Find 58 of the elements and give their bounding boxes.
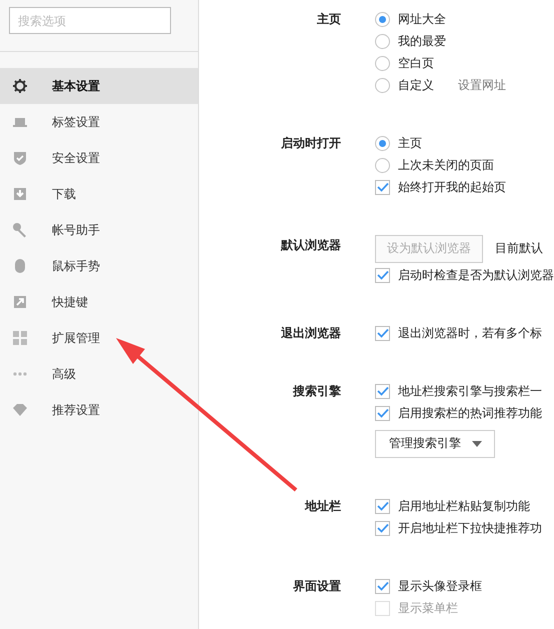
option-label: 我的最爱 — [398, 32, 446, 50]
radio-button[interactable] — [375, 34, 390, 48]
key-icon — [12, 222, 28, 238]
option-label: 空白页 — [398, 54, 434, 72]
search-field[interactable]: 搜索选项 — [9, 7, 171, 34]
checkbox[interactable] — [375, 498, 390, 514]
option-label: 上次未关闭的页面 — [398, 156, 494, 174]
caret-icon — [472, 440, 482, 446]
section-label: 默认浏览器 — [281, 237, 341, 254]
sidebar-item[interactable]: 标签设置 — [0, 104, 198, 140]
section-label: 界面设置 — [293, 578, 341, 595]
sidebar-item[interactable]: 下载 — [0, 176, 198, 212]
section-label: 启动时打开 — [281, 135, 341, 152]
option-label: 开启地址栏下拉快捷推荐功 — [398, 520, 542, 536]
option-label: 网址大全 — [398, 10, 446, 28]
shield-icon — [12, 150, 28, 166]
checkbox[interactable] — [375, 520, 390, 536]
sidebar-item[interactable]: 鼠标手势 — [0, 248, 198, 284]
sidebar-item[interactable]: 安全设置 — [0, 140, 198, 176]
sidebar-item[interactable]: 帐号助手 — [0, 212, 198, 248]
option-label: 自定义 — [398, 76, 434, 94]
option-label: 启用地址栏粘贴复制功能 — [398, 498, 530, 514]
download-icon — [12, 186, 28, 202]
section-label: 搜索引擎 — [293, 383, 341, 400]
grid-icon — [12, 330, 28, 346]
checkbox[interactable] — [375, 268, 390, 282]
checkbox[interactable] — [375, 406, 390, 420]
option-label: 主页 — [398, 134, 422, 152]
sidebar-item[interactable]: 快捷键 — [0, 284, 198, 320]
section-label: 地址栏 — [305, 498, 341, 515]
radio-button[interactable] — [375, 136, 390, 150]
radio-button[interactable] — [375, 158, 390, 172]
shortcut-icon — [12, 294, 28, 310]
set-url-link[interactable]: 设置网址 — [458, 76, 506, 94]
search-engine-dropdown[interactable]: 管理搜索引擎 — [375, 430, 495, 458]
checkbox[interactable] — [375, 384, 390, 398]
radio-button[interactable] — [375, 12, 390, 26]
radio-button[interactable] — [375, 56, 390, 70]
section-label: 主页 — [317, 11, 341, 28]
option-label: 始终打开我的起始页 — [398, 178, 506, 196]
section-label: 退出浏览器 — [281, 325, 341, 342]
checkbox[interactable] — [375, 180, 390, 194]
checkbox[interactable] — [375, 326, 390, 340]
mouse-icon — [12, 258, 28, 274]
option-label: 启用搜索栏的热词推荐功能 — [398, 404, 542, 422]
option-label: 启动时检查是否为默认浏览器 — [398, 266, 554, 284]
radio-button[interactable] — [375, 78, 390, 92]
sidebar-item[interactable]: 扩展管理 — [0, 320, 198, 356]
option-label: 显示头像登录框 — [398, 578, 482, 594]
sidebar-item[interactable]: 高级 — [0, 356, 198, 392]
sidebar-item[interactable]: 基本设置 — [0, 68, 198, 104]
option-label: 地址栏搜索引擎与搜索栏一 — [398, 382, 542, 400]
option-label: 退出浏览器时，若有多个标 — [398, 324, 542, 342]
option-label: 显示菜单栏 — [398, 600, 458, 616]
status-text: 目前默认 — [495, 240, 543, 257]
sidebar-item[interactable]: 推荐设置 — [0, 392, 198, 428]
gear-icon — [12, 78, 28, 94]
checkbox[interactable] — [375, 578, 390, 594]
